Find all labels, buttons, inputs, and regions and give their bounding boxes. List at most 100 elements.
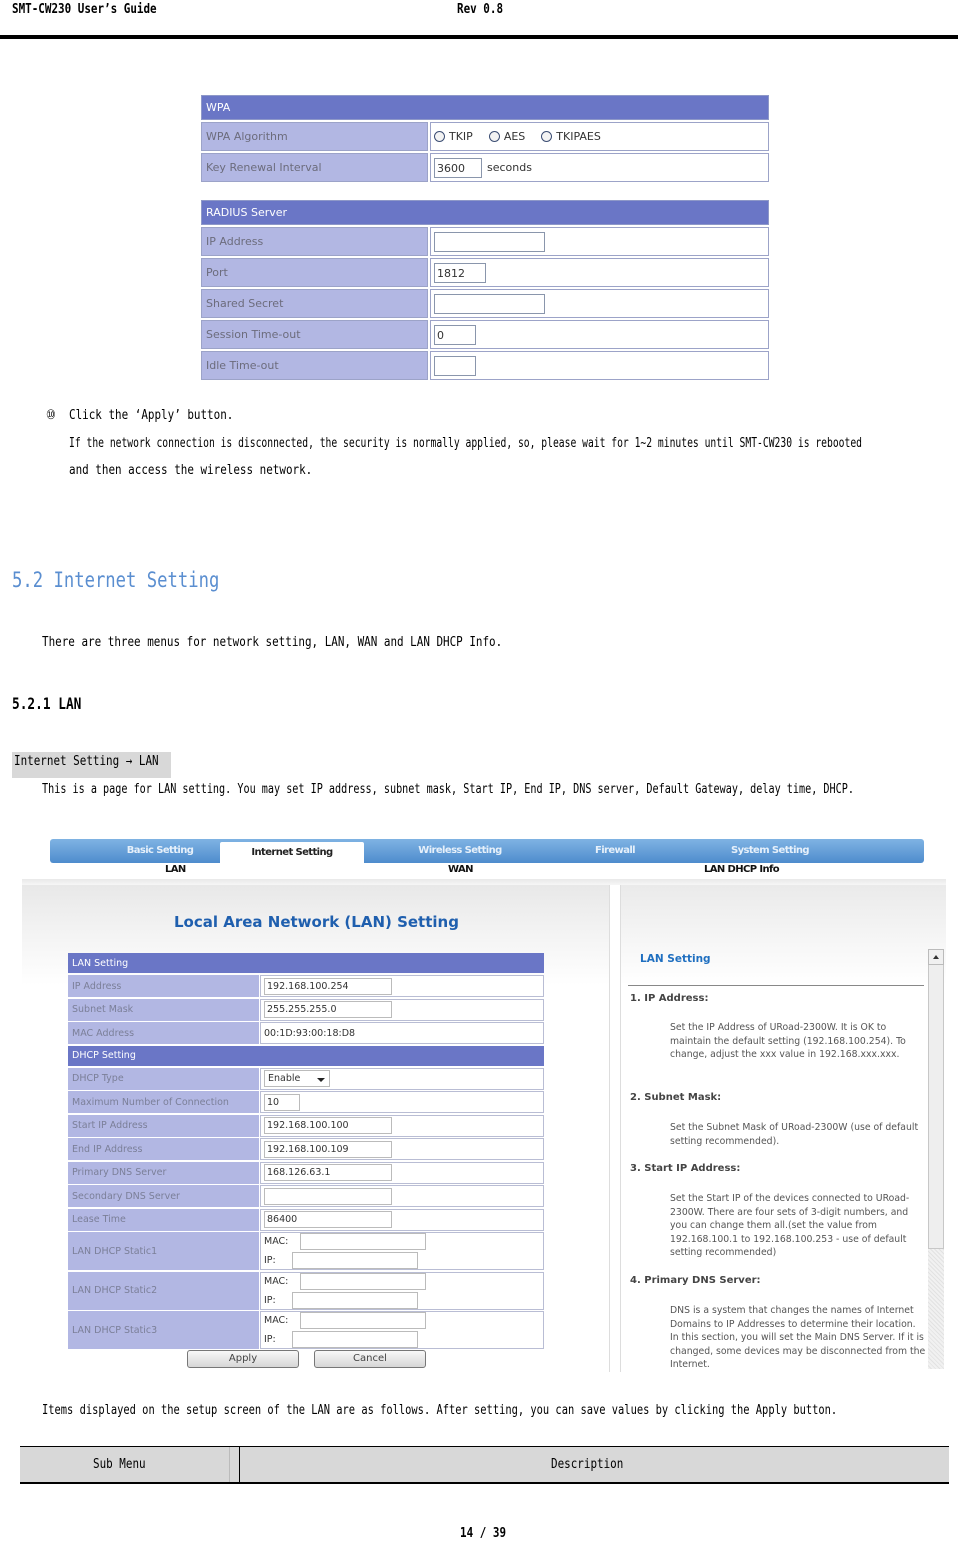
doc-title: SMT-CW230 User’s Guide bbox=[12, 2, 157, 17]
col-description: Description bbox=[551, 1457, 624, 1472]
wpa-algorithm-options: TKIP AES TKIPAES bbox=[430, 122, 769, 151]
max-connection-label: Maximum Number of Connection bbox=[68, 1091, 259, 1113]
step-line-3: and then access the wireless network. bbox=[69, 463, 313, 478]
step-line-2: If the network connection is disconnecte… bbox=[69, 436, 863, 451]
help-scrollbar[interactable] bbox=[928, 949, 944, 1369]
items-note: Items displayed on the setup screen of t… bbox=[42, 1403, 838, 1418]
static1-label: LAN DHCP Static1 bbox=[68, 1232, 259, 1270]
static1-mac-input[interactable] bbox=[300, 1233, 426, 1250]
radio-tkip[interactable]: TKIP bbox=[434, 130, 473, 143]
section-intro: There are three menus for network settin… bbox=[42, 635, 503, 650]
radius-secret-label: Shared Secret bbox=[201, 289, 428, 318]
arrow-up-icon bbox=[933, 955, 939, 959]
scroll-up-button[interactable] bbox=[928, 949, 944, 965]
key-renewal-unit: seconds bbox=[487, 161, 532, 174]
help-text-1: Set the IP Address of URoad-2300W. It is… bbox=[670, 1022, 906, 1060]
wpa-header: WPA bbox=[201, 95, 769, 120]
help-heading-4: 4. Primary DNS Server: bbox=[630, 1275, 761, 1286]
radio-circle-icon bbox=[434, 131, 445, 142]
secondary-dns-label: Secondary DNS Server bbox=[68, 1185, 259, 1207]
lan-settings-screenshot: Basic Setting Internet Setting Wireless … bbox=[22, 837, 946, 1372]
wpa-algorithm-label: WPA Algorithm bbox=[201, 122, 428, 151]
session-timeout-input[interactable]: 0 bbox=[434, 324, 476, 345]
tab-basic-setting[interactable]: Basic Setting bbox=[90, 839, 230, 863]
radius-port-label: Port bbox=[201, 258, 428, 287]
radio-circle-icon bbox=[541, 131, 553, 142]
radio-circle-icon bbox=[488, 131, 500, 142]
subnav-wan[interactable]: WAN bbox=[448, 864, 473, 875]
static2-label: LAN DHCP Static2 bbox=[68, 1271, 259, 1310]
radio-tkipaes[interactable]: TKIPAES bbox=[541, 130, 601, 143]
cancel-button[interactable]: Cancel bbox=[314, 1350, 426, 1368]
subnet-mask-input[interactable]: 255.255.255.0 bbox=[264, 1001, 392, 1018]
help-text-4: DNS is a system that changes the names o… bbox=[670, 1305, 926, 1370]
lan-ip-input[interactable]: 192.168.100.254 bbox=[264, 977, 392, 995]
radius-table: RADIUS Server IP Address Port 1812 Shared… bbox=[201, 200, 769, 380]
secondary-dns-input[interactable] bbox=[264, 1187, 392, 1205]
radius-port-input[interactable]: 1812 bbox=[434, 262, 486, 283]
wpa-table: WPA WPA Algorithm TKIP AES TKIPAES Key R… bbox=[201, 95, 769, 182]
tab-system-setting[interactable]: System Setting bbox=[700, 839, 840, 863]
help-heading-2: 2. Subnet Mask: bbox=[630, 1092, 722, 1103]
idle-timeout-label: Idle Time-out bbox=[201, 351, 428, 380]
subnav-lan[interactable]: LAN bbox=[165, 864, 186, 875]
idle-timeout-input[interactable] bbox=[434, 355, 476, 376]
key-renewal-input[interactable]: 3600 bbox=[434, 157, 482, 178]
breadcrumb: Internet Setting → LAN bbox=[14, 754, 159, 769]
end-ip-label: End IP Address bbox=[68, 1138, 259, 1160]
help-text-2: Set the Subnet Mask of URoad-2300W (use … bbox=[670, 1122, 919, 1147]
subnav-lan-dhcp-info[interactable]: LAN DHCP Info bbox=[704, 864, 780, 875]
static2-mac-input[interactable] bbox=[300, 1272, 426, 1290]
help-heading-1: 1. IP Address: bbox=[630, 993, 709, 1004]
step-number: ⑩ bbox=[46, 408, 56, 423]
dhcp-type-select[interactable]: Enable bbox=[264, 1070, 330, 1087]
primary-dns-label: Primary DNS Server bbox=[68, 1161, 259, 1184]
radius-ip-label: IP Address bbox=[201, 227, 428, 256]
start-ip-label: Start IP Address bbox=[68, 1114, 259, 1137]
lan-setting-header: LAN Setting bbox=[68, 953, 544, 973]
subnet-mask-label: Subnet Mask bbox=[68, 998, 259, 1021]
help-heading-3: 3. Start IP Address: bbox=[630, 1163, 741, 1174]
tab-internet-setting[interactable]: Internet Setting bbox=[220, 842, 364, 863]
radius-header: RADIUS Server bbox=[201, 200, 769, 225]
tab-firewall[interactable]: Firewall bbox=[555, 839, 675, 863]
radius-ip-input[interactable] bbox=[434, 231, 545, 252]
radius-secret-input[interactable] bbox=[434, 293, 545, 314]
primary-dns-input[interactable]: 168.126.63.1 bbox=[264, 1164, 392, 1181]
section-description: This is a page for LAN setting. You may … bbox=[42, 782, 854, 797]
max-connection-input[interactable]: 10 bbox=[264, 1093, 300, 1111]
scrollbar-track[interactable] bbox=[928, 1249, 944, 1369]
dhcp-type-label: DHCP Type bbox=[68, 1067, 259, 1090]
help-title: LAN Setting bbox=[640, 953, 711, 965]
tab-wireless-setting[interactable]: Wireless Setting bbox=[390, 839, 530, 863]
lan-settings-table: LAN Setting IP Address 192.168.100.254 Su… bbox=[68, 953, 544, 1351]
start-ip-input[interactable]: 192.168.100.100 bbox=[264, 1117, 392, 1134]
doc-revision: Rev 0.8 bbox=[457, 2, 504, 17]
chevron-down-icon bbox=[317, 1078, 325, 1082]
help-text-3: Set the Start IP of the devices connecte… bbox=[670, 1193, 910, 1258]
subsection-heading: 5.2.1 LAN bbox=[12, 694, 82, 713]
session-timeout-label: Session Time-out bbox=[201, 320, 428, 349]
key-renewal-label: Key Renewal Interval bbox=[201, 153, 428, 182]
lan-ip-label: IP Address bbox=[68, 975, 259, 997]
step-line-1: Click the ‘Apply’ button. bbox=[69, 408, 234, 423]
end-ip-input[interactable]: 192.168.100.109 bbox=[264, 1140, 392, 1158]
scrollbar-thumb[interactable] bbox=[928, 949, 944, 1249]
mac-address-label: MAC Address bbox=[68, 1022, 259, 1044]
lease-time-label: Lease Time bbox=[68, 1208, 259, 1231]
static3-ip-input[interactable] bbox=[292, 1331, 418, 1348]
radio-aes[interactable]: AES bbox=[488, 130, 525, 143]
lease-time-input[interactable]: 86400 bbox=[264, 1211, 392, 1228]
header-divider bbox=[0, 35, 958, 39]
static3-mac-input[interactable] bbox=[300, 1312, 426, 1329]
mac-address-value: 00:1D:93:00:18:D8 bbox=[260, 1022, 544, 1044]
dhcp-setting-header: DHCP Setting bbox=[68, 1045, 544, 1066]
static2-ip-input[interactable] bbox=[292, 1291, 418, 1309]
col-sub-menu: Sub Menu bbox=[93, 1457, 146, 1472]
page-number: 14 / 39 bbox=[460, 1526, 507, 1541]
static1-ip-input[interactable] bbox=[292, 1252, 418, 1269]
apply-button[interactable]: Apply bbox=[187, 1350, 299, 1368]
static3-label: LAN DHCP Static3 bbox=[68, 1311, 259, 1349]
section-heading: 5.2 Internet Setting bbox=[12, 568, 220, 592]
help-divider bbox=[628, 985, 924, 986]
